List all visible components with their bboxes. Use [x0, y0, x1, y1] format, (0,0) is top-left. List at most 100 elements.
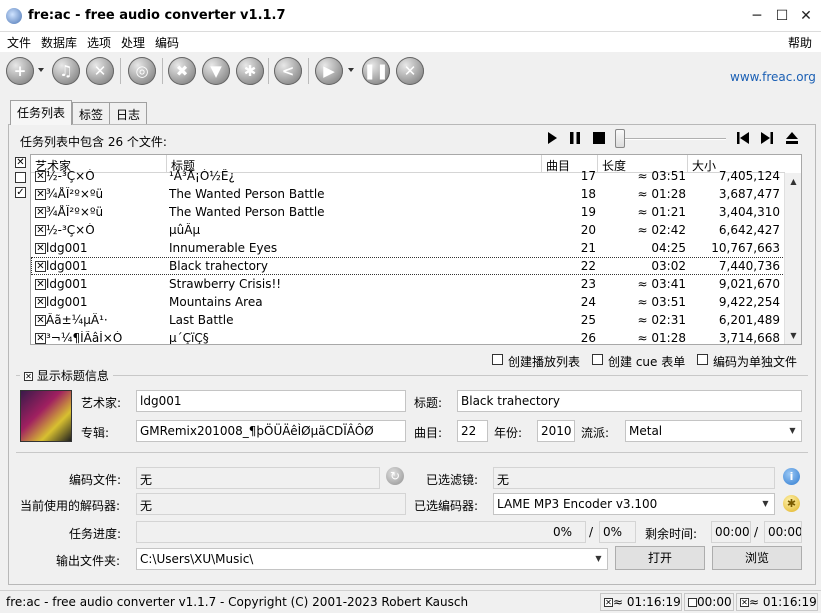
cell-artist: ✕½-³Ç×Ó — [35, 223, 165, 237]
chevron-down-icon[interactable]: ▼ — [784, 421, 801, 441]
table-row[interactable]: ✕¾ÅÎ²º×ºü The Wanted Person Battle 18 ≈ 01:… — [31, 185, 785, 203]
cell-size: 9,021,670 — [718, 277, 780, 291]
menu-encode[interactable]: 编码 — [155, 34, 179, 51]
tab-joblist[interactable]: 任务列表 — [10, 100, 73, 125]
add-files-icon[interactable]: + — [6, 57, 34, 85]
year-field[interactable]: 2010 — [537, 420, 575, 442]
row-checkbox[interactable]: ✕ — [35, 171, 46, 182]
single-file-checkbox[interactable] — [697, 354, 708, 365]
show-titleinfo-checkbox[interactable]: ✕ — [24, 372, 33, 381]
pause-icon[interactable]: ❚❚ — [362, 57, 390, 85]
menu-options[interactable]: 选项 — [87, 34, 111, 51]
add-cd-icon[interactable]: ♫ — [52, 57, 80, 85]
menu-help[interactable]: 帮助 — [788, 34, 812, 51]
select-all-checkbox[interactable]: ✕ — [15, 157, 26, 168]
row-checkbox[interactable]: ✕ — [35, 207, 46, 218]
maximize-button[interactable]: ☐ — [774, 8, 790, 24]
website-link[interactable]: www.freac.org — [730, 70, 816, 84]
cell-track: 22 — [580, 259, 596, 273]
pause-icon[interactable] — [568, 131, 582, 145]
table-row[interactable]: ✕³¬¼¶ÍÃâÌ×Ó µ´ÇïÇ§ 26 ≈ 01:28 3,714,668 — [31, 329, 785, 345]
menu-file[interactable]: 文件 — [7, 34, 31, 51]
row-checkbox[interactable]: ✕ — [35, 225, 46, 236]
genre-select[interactable]: Metal ▼ — [625, 420, 802, 442]
eject-icon[interactable] — [785, 131, 799, 145]
title-field[interactable]: Black trahectory — [457, 390, 802, 412]
row-checkbox[interactable]: ✕ — [35, 261, 46, 272]
row-checkbox[interactable]: ✕ — [35, 297, 46, 308]
play-encode-icon[interactable]: ▶ — [315, 57, 343, 85]
create-cuesheet-checkbox[interactable] — [592, 354, 603, 365]
chevron-down-icon[interactable] — [38, 68, 44, 72]
menu-database[interactable]: 数据库 — [41, 34, 77, 51]
row-checkbox[interactable]: ✕ — [35, 315, 46, 326]
select-none-checkbox[interactable] — [15, 172, 26, 183]
row-checkbox[interactable]: ✕ — [35, 189, 46, 200]
table-row[interactable]: ✕Âã±¼µÄ¹· Last Battle 25 ≈ 02:31 6,201,489 — [31, 311, 785, 329]
album-cover[interactable] — [20, 390, 72, 442]
browse-button[interactable]: 浏览 — [712, 546, 802, 570]
selected-checkbox-icon: ✕ — [604, 598, 613, 607]
title-bar: fre:ac - free audio converter v1.1.7 ─ ☐… — [0, 0, 821, 32]
menu-process[interactable]: 处理 — [121, 34, 145, 51]
album-field[interactable]: GMRemix201008_¶þÖÜÄêÌØµäCDÏÂÔØ — [136, 420, 406, 442]
close-button[interactable]: ✕ — [798, 8, 814, 24]
table-row[interactable]: ✕¾ÅÎ²º×ºü The Wanted Person Battle 19 ≈ 01:… — [31, 203, 785, 221]
stop-icon[interactable] — [592, 131, 606, 145]
cell-track: 19 — [580, 205, 596, 219]
table-row[interactable]: ✕ldg001 Black trahectory 22 03:02 7,440,736 — [31, 257, 785, 275]
output-folder-select[interactable]: C:\Users\XU\Music\ ▼ — [136, 548, 608, 570]
show-titleinfo-toggle[interactable]: ✕ 显示标题信息 — [20, 367, 113, 384]
remove-icon[interactable]: ✕ — [86, 57, 114, 85]
configure-icon[interactable]: ✖ — [168, 57, 196, 85]
joblist-table[interactable]: 艺术家 标题 曲目 长度 大小 ✕½-³Ç×Ó ¹Ä³Å¡Ó½Ê¿ 17 ≈ 03:5… — [30, 154, 802, 345]
encoder-settings-icon[interactable]: ✱ — [783, 495, 800, 512]
cell-track: 26 — [580, 331, 596, 345]
joblist-scrollbar[interactable]: ▲ ▼ — [784, 173, 801, 344]
minimize-button[interactable]: ─ — [749, 8, 765, 24]
play-icon[interactable] — [545, 131, 559, 145]
stop-icon[interactable]: ✕ — [396, 57, 424, 85]
open-folder-button[interactable]: 打开 — [615, 546, 705, 570]
table-row[interactable]: ✕ldg001 Innumerable Eyes 21 04:25 10,767,663 — [31, 239, 785, 257]
table-row[interactable]: ✕½-³Ç×Ó µûÂµ 20 ≈ 02:42 6,642,427 — [31, 221, 785, 239]
gear-icon[interactable]: ✱ — [236, 57, 264, 85]
create-cuesheet-label: 创建 cue 表单 — [608, 355, 686, 369]
titleinfo-divider — [16, 375, 808, 376]
previous-track-icon[interactable] — [736, 131, 750, 145]
table-row[interactable]: ✕ldg001 Strawberry Crisis!! 23 ≈ 03:41 9,021… — [31, 275, 785, 293]
toggle-selection-checkbox[interactable]: ✓ — [15, 187, 26, 198]
status-bar: fre:ac - free audio converter v1.1.7 - C… — [0, 590, 821, 613]
playback-position-slider[interactable] — [615, 129, 625, 148]
chevron-down-icon[interactable]: ▼ — [590, 549, 607, 569]
scroll-up-icon[interactable]: ▲ — [785, 173, 801, 190]
row-checkbox[interactable]: ✕ — [35, 333, 46, 344]
row-checkbox[interactable]: ✕ — [35, 243, 46, 254]
tab-log[interactable]: 日志 — [109, 102, 148, 124]
row-checkbox[interactable]: ✕ — [35, 279, 46, 290]
artist-text: ¾ÅÎ²º×ºü — [46, 205, 104, 219]
table-row[interactable]: ✕ldg001 Mountains Area 24 ≈ 03:51 9,422,254 — [31, 293, 785, 311]
artist-label: 艺术家: — [81, 396, 122, 410]
toolbar-separator — [120, 58, 121, 84]
app-icon[interactable] — [6, 8, 22, 24]
scroll-down-icon[interactable]: ▼ — [785, 327, 801, 344]
encoder-select[interactable]: LAME MP3 Encoder v3.100 ▼ — [493, 493, 775, 515]
show-titleinfo-label: 显示标题信息 — [36, 369, 109, 383]
share-icon[interactable]: < — [274, 57, 302, 85]
next-track-icon[interactable] — [760, 131, 774, 145]
chevron-down-icon[interactable] — [348, 68, 354, 72]
chevron-down-icon[interactable]: ▼ — [757, 494, 774, 514]
table-row[interactable]: ✕½-³Ç×Ó ¹Ä³Å¡Ó½Ê¿ 17 ≈ 03:51 7,405,124 — [31, 167, 785, 185]
artist-field[interactable]: ldg001 — [136, 390, 406, 412]
total-checkbox-icon: ✕ — [740, 598, 749, 607]
create-playlist-checkbox[interactable] — [492, 354, 503, 365]
info-icon[interactable]: i — [783, 468, 800, 485]
filter-icon[interactable]: ▼ — [202, 57, 230, 85]
tab-tags[interactable]: 标签 — [72, 102, 111, 124]
track-field[interactable]: 22 — [457, 420, 488, 442]
cell-track: 25 — [580, 313, 596, 327]
status-copyright: fre:ac - free audio converter v1.1.7 - C… — [6, 595, 469, 609]
cddb-query-icon[interactable]: ◎ — [128, 57, 156, 85]
refresh-icon[interactable]: ↻ — [386, 467, 404, 485]
